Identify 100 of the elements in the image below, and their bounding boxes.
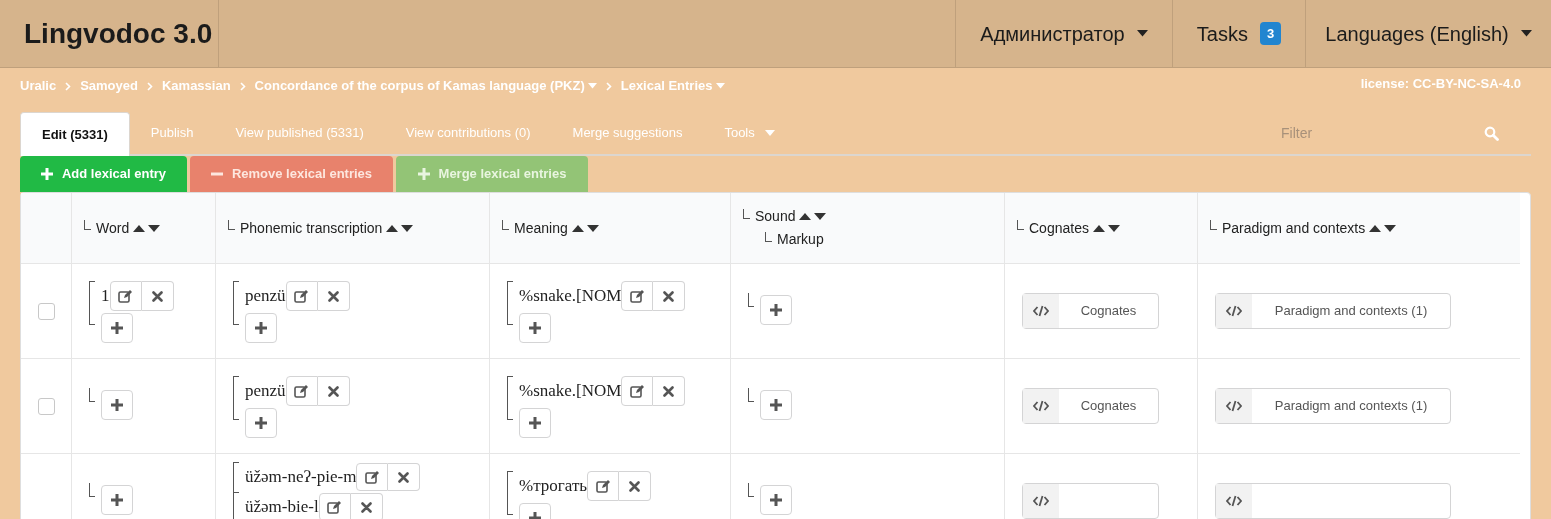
sort-down-icon: [401, 224, 414, 232]
plus-icon: [770, 304, 782, 316]
edit-icon: [327, 500, 343, 514]
entry-text: üžəm-bie-l: [245, 496, 319, 519]
add-value-button[interactable]: [101, 485, 133, 515]
sort-down-icon: [148, 224, 161, 232]
delete-button[interactable]: [653, 281, 686, 311]
edit-button[interactable]: [587, 471, 620, 501]
code-icon: [1226, 305, 1242, 317]
chevron-right-icon: [65, 81, 72, 91]
add-value-button[interactable]: [519, 313, 551, 343]
column-header[interactable]: Meaning: [514, 217, 568, 239]
app-logo[interactable]: Lingvodoc 3.0: [24, 12, 213, 55]
column-header[interactable]: Paradigm and contexts: [1222, 217, 1366, 239]
close-icon: [327, 290, 339, 302]
dropdown-menu[interactable]: Languages (English): [1305, 0, 1551, 67]
edit-button[interactable]: [621, 281, 654, 311]
caret-icon: [1520, 30, 1532, 37]
code-icon: [1033, 400, 1049, 412]
chevron-right-icon: [146, 81, 153, 91]
sort-up-icon: [1369, 224, 1382, 232]
entry-text: penzü: [245, 380, 286, 403]
sort-up-icon: [571, 224, 584, 232]
column-header[interactable]: Sound: [755, 206, 796, 227]
sort-up-icon: [799, 213, 812, 220]
edit-button[interactable]: [285, 281, 318, 311]
entry-text: %snake.[NOM: [519, 380, 622, 403]
license-label: license: CC-BY-NC-SA-4.0: [1360, 75, 1521, 93]
edit-icon: [118, 289, 133, 303]
plus-icon: [111, 322, 123, 334]
caret-icon: [1136, 30, 1148, 37]
column-header[interactable]: Word: [96, 217, 130, 239]
edit-button[interactable]: [621, 376, 654, 406]
add-value-button[interactable]: [101, 313, 133, 343]
plus-icon: [40, 168, 53, 180]
close-icon: [360, 501, 372, 513]
entry-text: penzü: [245, 285, 286, 308]
code-icon: [1226, 400, 1242, 412]
sort-up-icon: [133, 224, 146, 232]
filter-field[interactable]: Filter: [1281, 122, 1476, 144]
edit-button[interactable]: [318, 493, 351, 519]
plus-icon: [255, 322, 267, 334]
paradigm-button[interactable]: Paradigm and contexts (1): [1215, 388, 1451, 424]
entry-text: üžəm-neʔ-pie-m: [245, 466, 357, 489]
plus-icon: [529, 417, 541, 429]
plus-icon: [417, 168, 430, 180]
cognates-button[interactable]: Cognates: [1022, 388, 1159, 424]
code-icon: [1033, 305, 1049, 317]
close-icon: [327, 385, 339, 397]
plus-icon: [111, 399, 123, 411]
add-value-button[interactable]: [519, 408, 551, 438]
count-badge: 3: [1259, 21, 1282, 46]
close-icon: [151, 290, 163, 302]
plus-icon: [770, 494, 782, 506]
chevron-right-icon: [239, 81, 246, 91]
add-value-button[interactable]: [760, 295, 792, 325]
code-icon: [1033, 495, 1049, 507]
code-icon: [1226, 495, 1242, 507]
column-header[interactable]: Phonemic transcription: [240, 217, 383, 239]
close-icon: [629, 480, 641, 492]
plus-icon: [255, 417, 267, 429]
column-header[interactable]: Cognates: [1029, 217, 1089, 239]
tab[interactable]: Edit (5331): [20, 112, 130, 156]
cognates-button[interactable]: Cognates: [1022, 293, 1159, 329]
sort-up-icon: [386, 224, 399, 232]
tasks-menu[interactable]: Tasks 3: [1172, 0, 1305, 67]
edit-icon: [294, 384, 310, 398]
paradigm-button[interactable]: Paradigm and contexts (1): [1215, 293, 1451, 329]
delete-button[interactable]: [388, 463, 421, 491]
delete-button[interactable]: [350, 493, 383, 519]
add-value-button[interactable]: [760, 390, 792, 420]
column-header[interactable]: Markup: [777, 229, 824, 250]
sort-down-icon: [1384, 224, 1397, 232]
row-checkbox[interactable]: [37, 397, 55, 415]
plus-icon: [770, 399, 782, 411]
add-value-button[interactable]: [101, 390, 133, 420]
add-value-button[interactable]: [245, 313, 277, 343]
delete-button[interactable]: [653, 376, 686, 406]
entry-text: %snake.[NOM: [519, 285, 622, 308]
edit-button[interactable]: [109, 281, 142, 311]
entry-text: %трогать: [519, 475, 588, 498]
delete-button[interactable]: [619, 471, 652, 501]
close-icon: [663, 385, 675, 397]
edit-icon: [364, 470, 380, 484]
search-icon: [1484, 125, 1499, 141]
edit-button[interactable]: [356, 463, 389, 491]
add-value-button[interactable]: [245, 408, 277, 438]
delete-button[interactable]: [317, 376, 350, 406]
plus-icon: [529, 322, 541, 334]
edit-icon: [294, 289, 310, 303]
dropdown-menu[interactable]: Администратор: [955, 0, 1172, 67]
row-checkbox[interactable]: [37, 302, 55, 320]
edit-button[interactable]: [285, 376, 318, 406]
entry-text: 1: [101, 285, 110, 308]
delete-button[interactable]: [317, 281, 350, 311]
close-icon: [663, 290, 675, 302]
sort-up-icon: [1092, 224, 1105, 232]
add-value-button[interactable]: [760, 485, 792, 515]
edit-icon: [595, 479, 611, 493]
delete-button[interactable]: [141, 281, 174, 311]
